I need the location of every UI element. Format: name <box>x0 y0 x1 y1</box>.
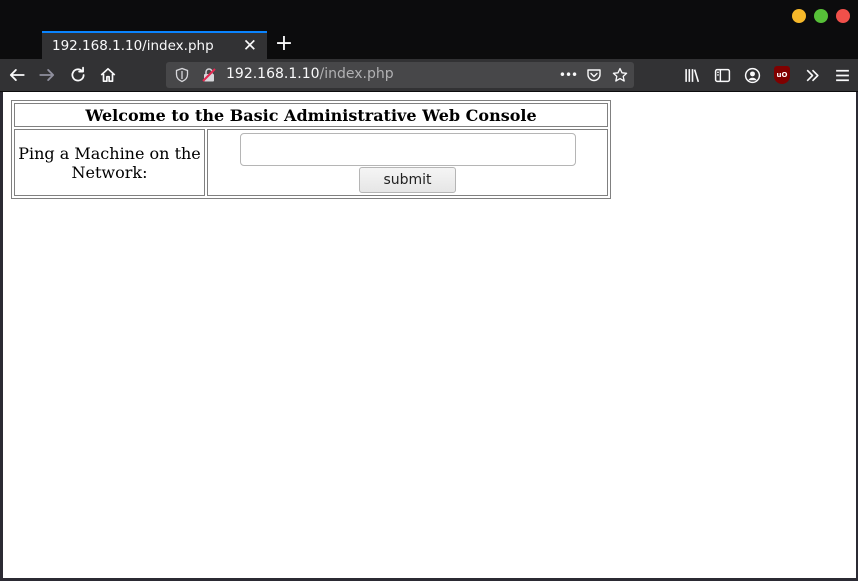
address-bar[interactable]: 192.168.1.10/index.php ••• <box>166 62 634 88</box>
library-icon <box>684 68 699 82</box>
account-button[interactable] <box>740 63 764 87</box>
forward-arrow-icon <box>39 69 55 81</box>
insecure-lock-icon[interactable] <box>201 67 217 83</box>
toolbar-icons: uO <box>680 63 854 87</box>
home-icon <box>100 67 116 83</box>
submit-button[interactable]: submit <box>359 167 456 193</box>
bookmark-star-button[interactable] <box>610 65 630 85</box>
admin-console-table: Welcome to the Basic Administrative Web … <box>11 100 611 199</box>
close-window-button[interactable] <box>836 9 850 23</box>
account-icon <box>744 67 760 83</box>
tab-close-icon[interactable]: ✕ <box>243 37 257 55</box>
url-actions: ••• <box>558 65 630 85</box>
ublock-origin-button[interactable]: uO <box>770 63 794 87</box>
back-arrow-icon <box>9 69 25 81</box>
library-button[interactable] <box>680 63 704 87</box>
reload-button[interactable] <box>66 63 90 87</box>
maximize-window-button[interactable] <box>814 9 828 23</box>
forward-button[interactable] <box>35 63 59 87</box>
hamburger-menu-icon <box>835 69 849 81</box>
back-button[interactable] <box>5 63 29 87</box>
hamburger-menu-button[interactable] <box>830 63 854 87</box>
sidebar-button[interactable] <box>710 63 734 87</box>
sidebar-icon <box>714 68 730 82</box>
new-tab-button[interactable]: + <box>273 31 295 57</box>
url-host: 192.168.1.10 <box>226 66 320 82</box>
ping-label: Ping a Machine on the Network: <box>14 129 205 196</box>
minimize-window-button[interactable] <box>792 9 806 23</box>
ping-form-cell: submit <box>207 129 608 196</box>
title-bar: 192.168.1.10/index.php ✕ + <box>0 0 858 59</box>
overflow-menu-button[interactable] <box>800 63 824 87</box>
ping-host-input[interactable] <box>239 133 576 166</box>
ublock-origin-icon: uO <box>774 66 790 84</box>
url-text[interactable]: 192.168.1.10/index.php <box>226 66 394 82</box>
reload-icon <box>71 66 85 82</box>
chevron-double-right-icon <box>806 69 819 81</box>
more-dots-icon: ••• <box>558 68 578 82</box>
navigation-toolbar: 192.168.1.10/index.php ••• uO <box>0 59 858 92</box>
page-actions-button[interactable]: ••• <box>558 65 578 85</box>
page-title: Welcome to the Basic Administrative Web … <box>14 103 608 127</box>
page-content: Welcome to the Basic Administrative Web … <box>3 92 856 578</box>
tab-title: 192.168.1.10/index.php <box>52 38 214 54</box>
window-controls <box>792 9 850 23</box>
pocket-icon <box>587 69 601 82</box>
home-button[interactable] <box>96 63 120 87</box>
url-path: /index.php <box>319 66 394 82</box>
star-icon <box>612 67 628 82</box>
pocket-button[interactable] <box>584 65 604 85</box>
tracking-protection-shield-icon[interactable] <box>174 67 190 83</box>
browser-tab-active[interactable]: 192.168.1.10/index.php ✕ <box>42 31 267 59</box>
